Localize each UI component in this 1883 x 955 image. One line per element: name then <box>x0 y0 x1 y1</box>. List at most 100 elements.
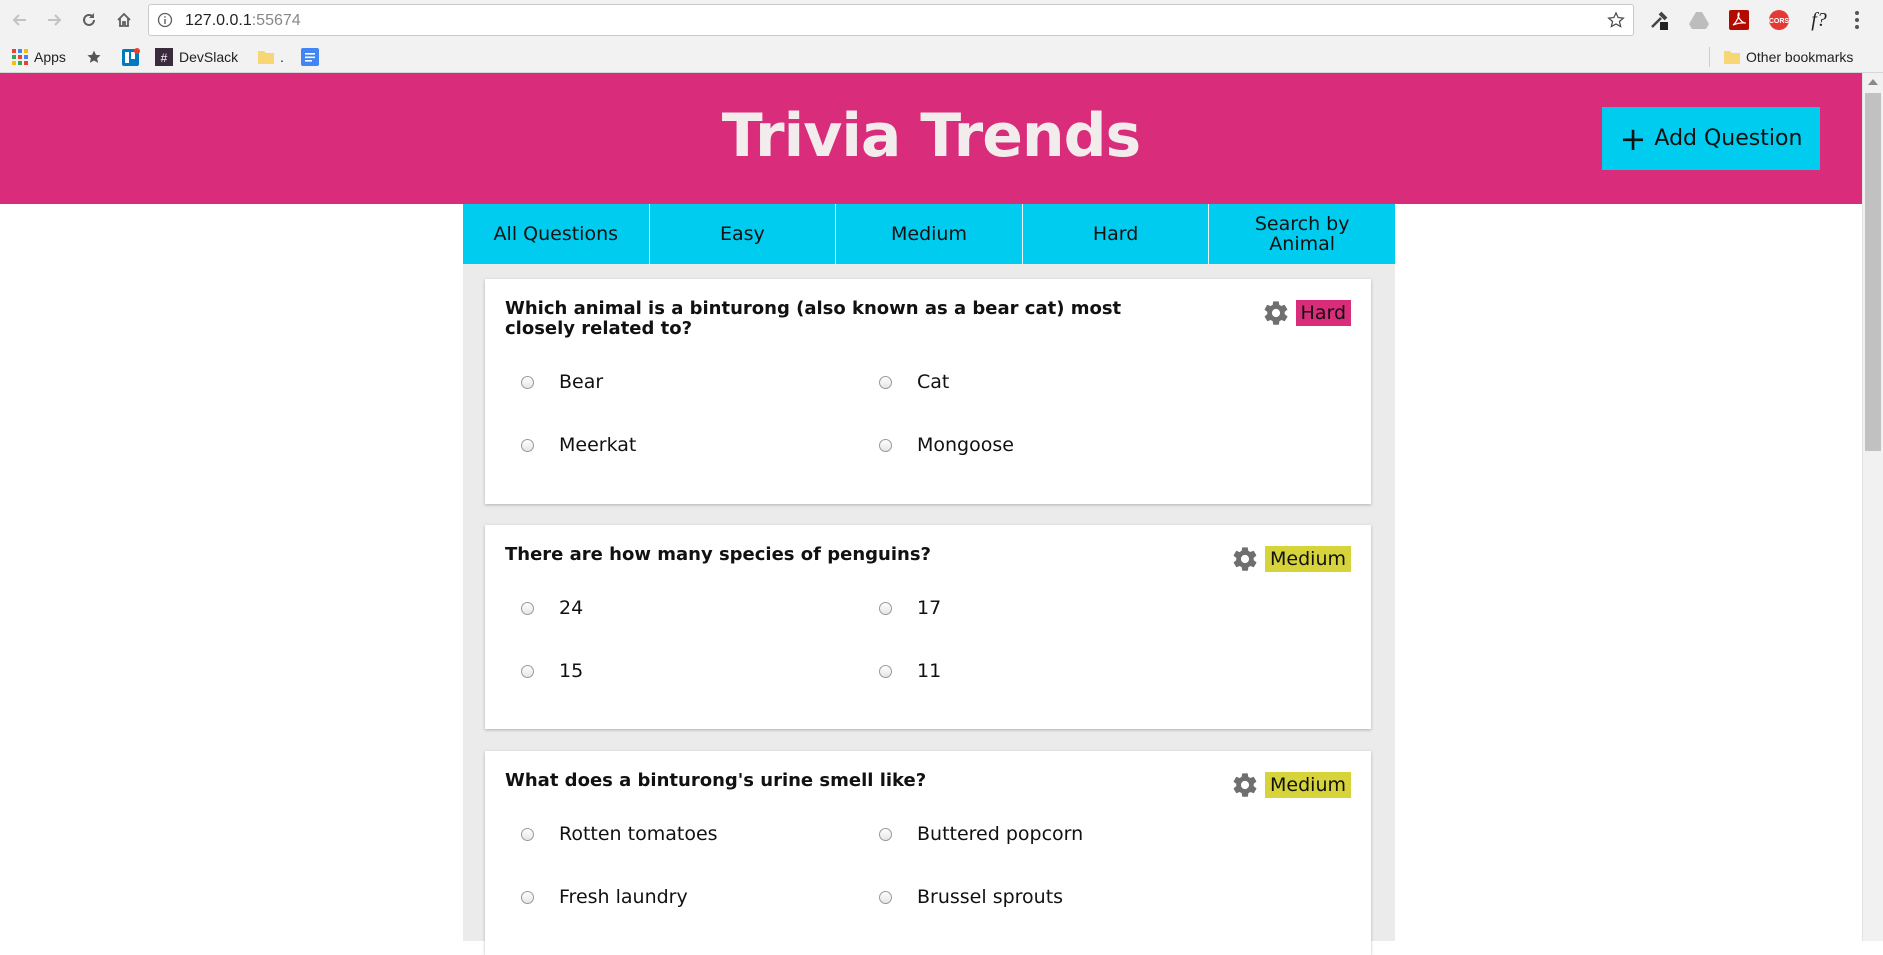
radio-button[interactable] <box>879 375 892 389</box>
question-text: What does a binturong's urine smell like… <box>505 770 927 791</box>
gear-icon[interactable] <box>1231 771 1259 799</box>
answer-option[interactable]: Fresh laundry <box>521 886 688 908</box>
question-text: There are how many species of penguins? <box>505 544 931 565</box>
tab-easy[interactable]: Easy <box>650 204 837 264</box>
bookmark-devslack[interactable]: # DevSlack <box>155 47 238 67</box>
question-text: Which animal is a binturong (also known … <box>505 298 1122 339</box>
other-bookmarks[interactable]: Other bookmarks <box>1724 47 1853 67</box>
radio-button[interactable] <box>521 827 534 841</box>
answer-label: Rotten tomatoes <box>559 823 718 845</box>
answer-option[interactable]: Rotten tomatoes <box>521 823 718 845</box>
question-card: What does a binturong's urine smell like… <box>485 751 1371 955</box>
tab-medium[interactable]: Medium <box>836 204 1023 264</box>
answer-option[interactable]: Mongoose <box>879 434 1014 456</box>
bookmark-apps[interactable]: Apps <box>12 47 66 67</box>
tab-all-questions[interactable]: All Questions <box>463 204 650 264</box>
question-card: Which animal is a binturong (also known … <box>485 279 1371 504</box>
question-list: Which animal is a binturong (also known … <box>463 264 1395 955</box>
reload-icon[interactable] <box>77 8 101 32</box>
bookmark-star-icon[interactable] <box>1607 11 1625 34</box>
other-bookmarks-label: Other bookmarks <box>1746 49 1854 65</box>
radio-button[interactable] <box>521 890 534 904</box>
difficulty-badge: Hard <box>1295 300 1351 326</box>
scroll-up-icon[interactable] <box>1868 79 1878 85</box>
bookmark-label: . <box>280 49 284 65</box>
answer-label: 17 <box>917 597 942 619</box>
page-scrollbar[interactable] <box>1862 73 1883 941</box>
gear-icon[interactable] <box>1231 545 1259 573</box>
url-text: 127.0.0.1:55674 <box>185 12 301 29</box>
answer-label: Bear <box>559 371 604 393</box>
cors-icon[interactable]: CORS <box>1767 8 1791 32</box>
bookmark-folder[interactable]: . <box>258 47 284 67</box>
answer-option[interactable]: 24 <box>521 597 583 619</box>
slack-icon: # <box>155 48 173 66</box>
tab-hard[interactable]: Hard <box>1023 204 1210 264</box>
radio-button[interactable] <box>521 601 534 615</box>
bookmarks-divider <box>1709 47 1710 67</box>
answer-label: Buttered popcorn <box>917 823 1084 845</box>
answer-option[interactable]: Buttered popcorn <box>879 823 1083 845</box>
answer-option[interactable]: Cat <box>879 371 949 393</box>
radio-button[interactable] <box>521 375 534 389</box>
plus-icon: + <box>1619 119 1647 158</box>
folder-icon <box>258 51 274 64</box>
answer-label: Brussel sprouts <box>917 886 1064 908</box>
bookmark-label: Apps <box>34 49 66 65</box>
radio-button[interactable] <box>879 890 892 904</box>
folder-icon <box>1724 51 1740 64</box>
answer-label: Cat <box>917 371 950 393</box>
answer-option[interactable]: Bear <box>521 371 603 393</box>
star-bookmark-icon[interactable] <box>86 47 102 67</box>
svg-text:#: # <box>161 51 168 65</box>
add-question-label: Add Question <box>1654 126 1803 151</box>
apps-grid-icon <box>12 49 28 65</box>
home-icon[interactable] <box>112 8 136 32</box>
question-meta: Medium <box>1231 545 1351 573</box>
answer-option[interactable]: 15 <box>521 660 583 682</box>
eyedropper-icon[interactable] <box>1647 8 1671 32</box>
answer-label: Mongoose <box>917 434 1014 456</box>
cors-label: CORS <box>1769 18 1790 25</box>
app-header: Trivia Trends + Add Question <box>0 73 1862 204</box>
question-meta: Hard <box>1262 299 1351 327</box>
radio-button[interactable] <box>879 664 892 678</box>
address-bar[interactable]: 127.0.0.1:55674 <box>148 4 1634 36</box>
radio-button[interactable] <box>879 601 892 615</box>
pdf-icon[interactable] <box>1727 8 1751 32</box>
answer-option[interactable]: Meerkat <box>521 434 636 456</box>
question-meta: Medium <box>1231 771 1351 799</box>
scrollbar-thumb[interactable] <box>1865 93 1881 451</box>
app-title: Trivia Trends <box>721 101 1142 171</box>
info-icon[interactable] <box>157 12 173 33</box>
forward-icon[interactable] <box>42 8 66 32</box>
browser-toolbar: 127.0.0.1:55674 CORS f? <box>0 0 1883 41</box>
answer-label: 15 <box>559 660 584 682</box>
difficulty-badge: Medium <box>1265 546 1351 572</box>
formula-label: f? <box>1811 8 1827 31</box>
bookmarks-bar: Apps # DevSlack . Other bookmarks <box>0 41 1883 73</box>
question-card: There are how many species of penguins? … <box>485 525 1371 729</box>
answer-label: Fresh laundry <box>559 886 688 908</box>
gear-icon[interactable] <box>1262 299 1290 327</box>
radio-button[interactable] <box>521 664 534 678</box>
add-question-button[interactable]: + Add Question <box>1602 107 1820 170</box>
radio-button[interactable] <box>879 438 892 452</box>
trello-icon[interactable] <box>122 47 140 67</box>
answer-label: 11 <box>917 660 942 682</box>
radio-button[interactable] <box>521 438 534 452</box>
answer-option[interactable]: 11 <box>879 660 941 682</box>
answer-label: 24 <box>559 597 584 619</box>
answer-label: Meerkat <box>559 434 637 456</box>
formula-icon[interactable]: f? <box>1807 8 1831 32</box>
drive-icon[interactable] <box>1687 8 1711 32</box>
difficulty-badge: Medium <box>1265 772 1351 798</box>
radio-button[interactable] <box>879 827 892 841</box>
docs-icon[interactable] <box>301 47 319 67</box>
menu-dots-icon[interactable] <box>1845 8 1869 32</box>
bookmark-label: DevSlack <box>179 49 239 65</box>
answer-option[interactable]: 17 <box>879 597 941 619</box>
tab-search-by-animal[interactable]: Search by Animal <box>1209 204 1395 264</box>
back-icon[interactable] <box>8 8 32 32</box>
answer-option[interactable]: Brussel sprouts <box>879 886 1063 908</box>
